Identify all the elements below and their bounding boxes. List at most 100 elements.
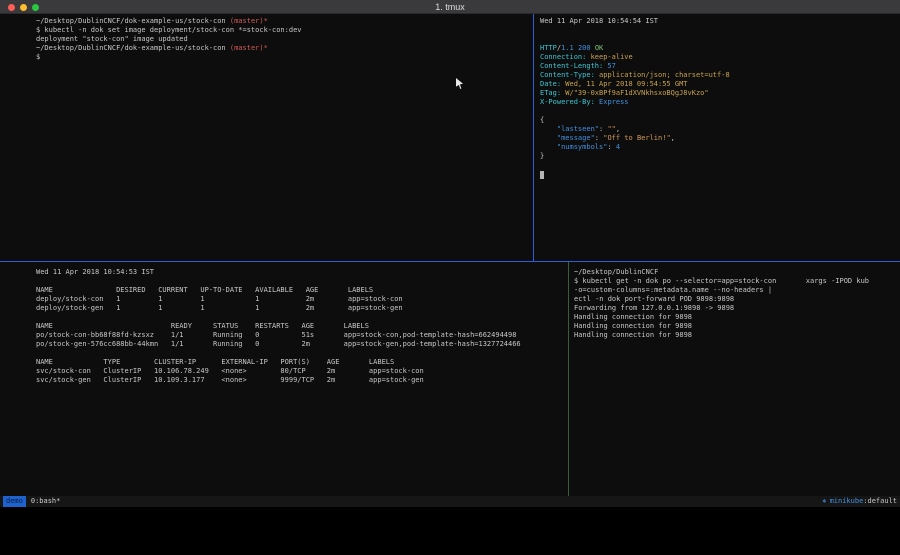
terminal-text-segment: "Off to Berlin!" [603, 134, 670, 142]
terminal-text-segment: } [540, 152, 544, 160]
terminal-line: po/stock-con-bb68f88fd-kzsxz 1/1 Running… [36, 331, 531, 340]
terminal-line: "message": "Off to Berlin!", [540, 134, 898, 143]
terminal-line: HTTP/1.1 200 OK [540, 44, 898, 53]
terminal-line: $ [36, 53, 531, 62]
terminal-text-segment: Handling connection for 9898 [574, 331, 692, 339]
terminal-text-segment: Connection: [540, 53, 586, 61]
terminal-text-segment [540, 143, 557, 151]
terminal-text-segment: ~/Desktop/DublinCNCF [574, 268, 658, 276]
terminal-line: NAME READY STATUS RESTARTS AGE LABELS [36, 322, 531, 331]
terminal-line: Content-Type: application/json; charset=… [540, 71, 898, 80]
terminal-line: Wed 11 Apr 2018 10:54:54 IST [540, 17, 898, 26]
terminal-text-segment: ~/Desktop/DublinCNCF/dok-example-us/stoc… [36, 44, 230, 52]
terminal-text-segment: $ [36, 53, 40, 61]
terminal-line: NAME DESIRED CURRENT UP-TO-DATE AVAILABL… [36, 286, 531, 295]
terminal-text-segment: deployment "stock-con" image updated [36, 35, 188, 43]
terminal-line: Handling connection for 9898 [574, 322, 898, 331]
terminal-line: Forwarding from 127.0.0.1:9898 -> 9898 [574, 304, 898, 313]
terminal-line [540, 170, 898, 179]
pane-kubectl-get-watch[interactable]: Wed 11 Apr 2018 10:54:53 IST NAME DESIRED… [0, 262, 533, 496]
terminal-text-segment: X-Powered-By: [540, 98, 595, 106]
terminal-text-segment: (master)* [230, 44, 268, 52]
terminal-text-segment: po/stock-gen-576cc688bb-44kmn 1/1 Runnin… [36, 340, 521, 348]
terminal-line: { [540, 116, 898, 125]
terminal-text-segment: OK [595, 44, 603, 52]
close-button[interactable] [8, 4, 15, 11]
minimize-button[interactable] [20, 4, 27, 11]
terminal-text-segment: ~/Desktop/DublinCNCF/dok-example-us/stoc… [36, 17, 230, 25]
pane-divider-vertical-top[interactable] [533, 14, 534, 261]
terminal-text-segment: -o=custom-columns=:metadata.name --no-he… [574, 286, 772, 294]
terminal-line: po/stock-gen-576cc688bb-44kmn 1/1 Runnin… [36, 340, 531, 349]
terminal-line: ~/Desktop/DublinCNCF/dok-example-us/stoc… [36, 17, 531, 26]
terminal-text-segment [540, 125, 557, 133]
terminal-text-segment: ectl -n dok port-forward POD 9898:9898 [574, 295, 734, 303]
terminal-text-segment: "lastseen" [557, 125, 599, 133]
terminal-text-segment: "" [607, 125, 615, 133]
terminal-text-segment: Wed 11 Apr 2018 10:54:53 IST [36, 268, 154, 276]
terminal-text-segment: : [595, 134, 603, 142]
terminal-line: Content-Length: 57 [540, 62, 898, 71]
pane-divider-horizontal[interactable] [0, 261, 900, 262]
terminal-text-segment: deploy/stock-gen 1 1 1 1 2m app=stock-ge… [36, 304, 403, 312]
kubernetes-icon: ⎈ [822, 496, 829, 507]
terminal-line: Handling connection for 9898 [574, 313, 898, 322]
terminal-text-segment: deploy/stock-con 1 1 1 1 2m app=stock-co… [36, 295, 403, 303]
kube-context: minikube [830, 496, 864, 507]
terminal-text-segment: Handling connection for 9898 [574, 322, 692, 330]
terminal-line [540, 107, 898, 116]
terminal-text-segment: Handling connection for 9898 [574, 313, 692, 321]
terminal-line: ~/Desktop/DublinCNCF [574, 268, 898, 277]
zoom-button[interactable] [32, 4, 39, 11]
terminal-text-segment: ETag: [540, 89, 561, 97]
status-left: demo 0:bash* [3, 496, 60, 507]
terminal-line [36, 277, 531, 286]
tmux-status-bar: demo 0:bash* ⎈ minikube :default [0, 496, 900, 507]
window-tab-bash[interactable]: 0:bash* [26, 496, 61, 507]
status-right: ⎈ minikube :default [822, 496, 897, 507]
terminal-text-segment: "message" [557, 134, 595, 142]
terminal-line: X-Powered-By: Express [540, 98, 898, 107]
terminal-line: } [540, 152, 898, 161]
terminal-text-segment: Wed, 11 Apr 2018 09:54:55 GMT [561, 80, 687, 88]
terminal-text-segment: (master)* [230, 17, 268, 25]
terminal-text-segment: NAME DESIRED CURRENT UP-TO-DATE AVAILABL… [36, 286, 373, 294]
pane-divider-vertical-bottom[interactable] [568, 262, 569, 496]
window-titlebar: 1. tmux [0, 0, 900, 14]
terminal-text-segment: svc/stock-con ClusterIP 10.106.78.249 <n… [36, 367, 424, 375]
terminal-line: $ kubectl -n dok set image deployment/st… [36, 26, 531, 35]
terminal-text-segment [540, 134, 557, 142]
terminal-text-segment: Content-Type: [540, 71, 595, 79]
terminal-text-segment: svc/stock-gen ClusterIP 10.109.3.177 <no… [36, 376, 424, 384]
terminal-text-segment: Date: [540, 80, 561, 88]
terminal-line: Date: Wed, 11 Apr 2018 09:54:55 GMT [540, 80, 898, 89]
terminal-text-segment: { [540, 116, 544, 124]
session-name[interactable]: demo [3, 496, 26, 507]
pane-shell-kubectl-set-image[interactable]: ~/Desktop/DublinCNCF/dok-example-us/stoc… [0, 14, 533, 261]
terminal-line [540, 26, 898, 35]
terminal-text-segment: application/json; charset=utf-8 [595, 71, 730, 79]
terminal-line: ectl -n dok port-forward POD 9898:9898 [574, 295, 898, 304]
pane-port-forward[interactable]: ~/Desktop/DublinCNCF$ kubectl get -n dok… [569, 262, 900, 496]
terminal-text-segment: po/stock-con-bb68f88fd-kzsxz 1/1 Running… [36, 331, 516, 339]
terminal-text-segment: NAME READY STATUS RESTARTS AGE LABELS [36, 322, 369, 330]
terminal-line: "numsymbols": 4 [540, 143, 898, 152]
terminal-text-segment [540, 171, 544, 179]
terminal-line: -o=custom-columns=:metadata.name --no-he… [574, 286, 898, 295]
terminal-line: ETag: W/"39-0xBPf9aF1dXVNkhsxoBQgJ8vKzo" [540, 89, 898, 98]
terminal-line [36, 313, 531, 322]
terminal-line: svc/stock-gen ClusterIP 10.109.3.177 <no… [36, 376, 531, 385]
window-title: 1. tmux [435, 0, 465, 14]
terminal-line: NAME TYPE CLUSTER-IP EXTERNAL-IP PORT(S)… [36, 358, 531, 367]
terminal-line: $ kubectl get -n dok po --selector=app=s… [574, 277, 898, 286]
tmux-session: ~/Desktop/DublinCNCF/dok-example-us/stoc… [0, 14, 900, 496]
terminal-text-segment: keep-alive [586, 53, 632, 61]
terminal-text-segment: "numsymbols" [557, 143, 608, 151]
terminal-line: Handling connection for 9898 [574, 331, 898, 340]
pane-http-response[interactable]: Wed 11 Apr 2018 10:54:54 IST HTTP/1.1 200… [534, 14, 900, 261]
terminal-text-segment: : [607, 143, 615, 151]
terminal-text-segment: Content-Length: [540, 62, 603, 70]
terminal-text-segment: 1.1 [561, 44, 574, 52]
terminal-text-segment: , [671, 134, 675, 142]
terminal-line [36, 349, 531, 358]
